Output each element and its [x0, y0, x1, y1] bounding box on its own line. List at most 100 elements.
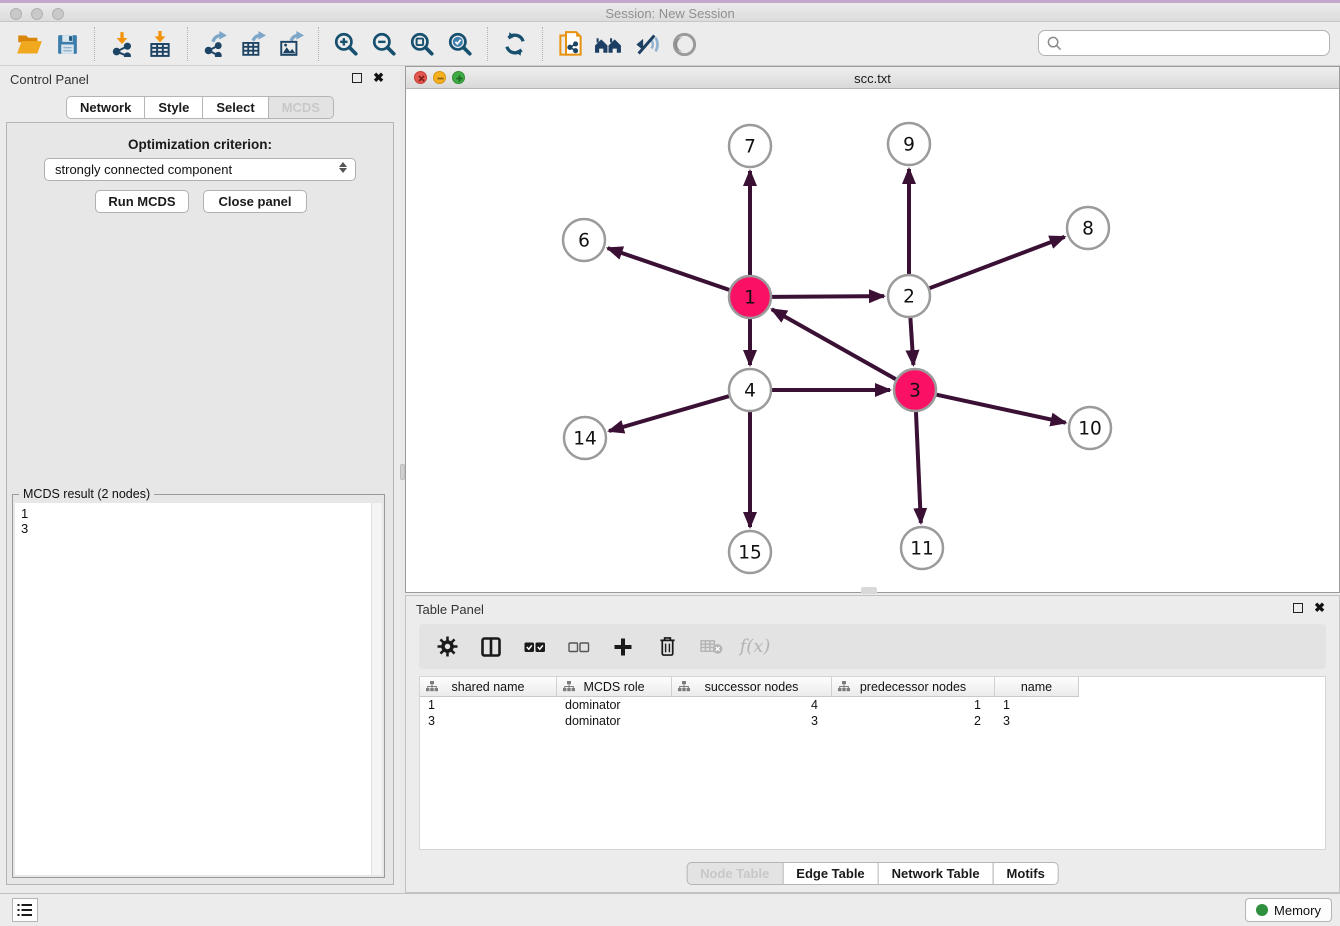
- show-all-icon[interactable]: [665, 26, 703, 62]
- zoom-in-icon[interactable]: [327, 26, 365, 62]
- delete-table-icon: [699, 635, 723, 659]
- svg-text:4: 4: [744, 381, 756, 402]
- search-box: [1038, 30, 1330, 56]
- memory-status-icon: [1256, 904, 1268, 916]
- tab-mcds[interactable]: MCDS: [268, 96, 334, 119]
- close-panel-button[interactable]: Close panel: [203, 190, 307, 213]
- graph-edge-2-3[interactable]: [910, 318, 913, 365]
- svg-text:7: 7: [744, 137, 756, 158]
- tab-edge-table[interactable]: Edge Table: [782, 862, 878, 885]
- column-header-shared-name[interactable]: shared name: [420, 677, 557, 697]
- search-icon: [1047, 36, 1062, 51]
- tab-network-table[interactable]: Network Table: [878, 862, 994, 885]
- table-cell: dominator: [557, 697, 672, 713]
- result-scrollbar[interactable]: [371, 503, 382, 875]
- graph-edge-3-1[interactable]: [772, 309, 896, 379]
- network-window-titlebar[interactable]: scc.txt: [406, 67, 1339, 89]
- toolbar-separator: [487, 27, 488, 61]
- network-canvas[interactable]: 7 9 6 8 1 2 4 3 14 10 15 11: [406, 89, 1339, 592]
- show-columns-icon[interactable]: [479, 635, 503, 659]
- import-network-icon[interactable]: [103, 26, 141, 62]
- tab-select[interactable]: Select: [202, 96, 268, 119]
- table-settings-gear-icon[interactable]: [435, 635, 459, 659]
- run-mcds-button[interactable]: Run MCDS: [95, 190, 189, 213]
- task-history-button[interactable]: [12, 898, 38, 922]
- node-table-header: shared nameMCDS role successor nodes prede…: [420, 677, 1325, 697]
- close-table-panel-icon[interactable]: ✖: [1314, 600, 1325, 615]
- graph-node-1[interactable]: 1: [729, 276, 771, 318]
- graph-node-7[interactable]: 7: [729, 125, 771, 167]
- svg-text:15: 15: [738, 543, 762, 564]
- search-input[interactable]: [1068, 36, 1321, 51]
- column-type-icon: [838, 681, 850, 692]
- save-session-icon[interactable]: [48, 26, 86, 62]
- optimization-criterion-select[interactable]: strongly connected component: [44, 158, 356, 181]
- first-neighbors-icon[interactable]: [589, 26, 627, 62]
- graph-node-4[interactable]: 4: [729, 369, 771, 411]
- create-column-icon[interactable]: [611, 635, 635, 659]
- table-cell: 1: [995, 697, 1079, 713]
- table-row[interactable]: 1dominator411: [420, 697, 1325, 713]
- table-cell: 3: [420, 713, 557, 729]
- control-panel-title: Control Panel: [10, 72, 89, 87]
- delete-column-trash-icon[interactable]: [655, 635, 679, 659]
- graph-node-10[interactable]: 10: [1069, 407, 1111, 449]
- import-table-icon[interactable]: [141, 26, 179, 62]
- hide-selected-icon[interactable]: [627, 26, 665, 62]
- tab-network[interactable]: Network: [66, 96, 145, 119]
- refresh-view-icon[interactable]: [496, 26, 534, 62]
- graph-node-8[interactable]: 8: [1067, 207, 1109, 249]
- new-network-from-selection-icon[interactable]: [551, 26, 589, 62]
- export-image-icon[interactable]: [272, 26, 310, 62]
- svg-text:3: 3: [909, 381, 921, 402]
- status-bar: Memory: [0, 893, 1340, 926]
- app-titlebar: Session: New Session: [0, 0, 1340, 22]
- column-type-icon: [678, 681, 690, 692]
- graph-edge-4-14[interactable]: [609, 396, 729, 431]
- table-cell: 2: [832, 713, 995, 729]
- zoom-fit-icon[interactable]: [403, 26, 441, 62]
- export-table-icon[interactable]: [234, 26, 272, 62]
- memory-button[interactable]: Memory: [1245, 898, 1332, 922]
- graph-node-3[interactable]: 3: [894, 369, 936, 411]
- graph-node-9[interactable]: 9: [888, 123, 930, 165]
- table-cell: 1: [832, 697, 995, 713]
- deselect-all-columns-icon[interactable]: [567, 635, 591, 659]
- graph-edge-2-8[interactable]: [930, 237, 1065, 288]
- column-header-name[interactable]: name: [995, 677, 1079, 697]
- graph-node-14[interactable]: 14: [564, 417, 606, 459]
- table-cell: 1: [420, 697, 557, 713]
- float-panel-icon[interactable]: [352, 73, 362, 83]
- graph-edge-3-11[interactable]: [916, 412, 921, 523]
- tab-motifs[interactable]: Motifs: [993, 862, 1059, 885]
- zoom-selected-icon[interactable]: [441, 26, 479, 62]
- mcds-result-title: MCDS result (2 nodes): [19, 487, 154, 501]
- tab-node-table[interactable]: Node Table: [686, 862, 783, 885]
- svg-text:2: 2: [903, 287, 915, 308]
- zoom-out-icon[interactable]: [365, 26, 403, 62]
- graph-node-2[interactable]: 2: [888, 275, 930, 317]
- select-all-columns-icon[interactable]: [523, 635, 547, 659]
- column-header-label: successor nodes: [705, 680, 799, 694]
- column-header-predecessor-nodes[interactable]: predecessor nodes: [832, 677, 995, 697]
- open-session-icon[interactable]: [10, 26, 48, 62]
- table-panel-title: Table Panel: [416, 602, 484, 617]
- horizontal-splitter-grip[interactable]: [861, 587, 877, 594]
- control-panel: Control Panel ✖ NetworkStyleSelectMCDS O…: [0, 66, 400, 893]
- node-table-body: 1dominator4113dominator323: [420, 697, 1325, 729]
- close-panel-icon[interactable]: ✖: [373, 70, 384, 85]
- graph-edge-3-10[interactable]: [936, 395, 1065, 423]
- graph-node-11[interactable]: 11: [901, 527, 943, 569]
- column-header-mcds-role[interactable]: MCDS role: [557, 677, 672, 697]
- graph-edge-1-2[interactable]: [772, 296, 884, 297]
- column-header-successor-nodes[interactable]: successor nodes: [672, 677, 832, 697]
- export-network-icon[interactable]: [196, 26, 234, 62]
- float-table-panel-icon[interactable]: [1293, 603, 1303, 613]
- tab-style[interactable]: Style: [144, 96, 203, 119]
- graph-node-15[interactable]: 15: [729, 531, 771, 573]
- graph-node-6[interactable]: 6: [563, 219, 605, 261]
- graph-edge-1-6[interactable]: [608, 248, 730, 290]
- mcds-result-text[interactable]: 1 3: [15, 503, 382, 875]
- table-row[interactable]: 3dominator323: [420, 713, 1325, 729]
- optimization-criterion-label: Optimization criterion:: [0, 137, 400, 152]
